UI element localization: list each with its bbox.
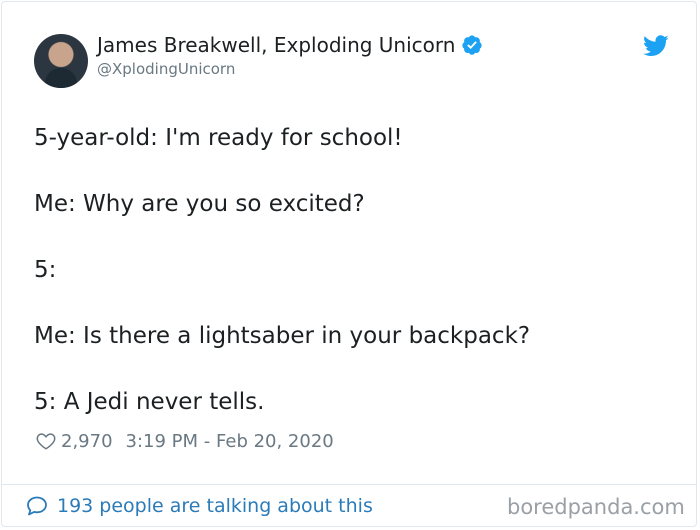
tweet-card: James Breakwell, Exploding Unicorn @Xplo… <box>1 1 697 527</box>
author-name-row[interactable]: James Breakwell, Exploding Unicorn <box>97 33 483 57</box>
tweet-timestamp[interactable]: 3:19 PM - Feb 20, 2020 <box>126 431 334 452</box>
speech-bubble-icon <box>27 496 47 516</box>
verified-badge-icon <box>462 35 483 55</box>
tweet-line: 5-year-old: I'm ready for school! <box>34 125 403 151</box>
author-display-name[interactable]: James Breakwell, Exploding Unicorn <box>97 33 455 57</box>
tweet-line: 5: <box>34 257 57 283</box>
watermark: boredpanda.com <box>507 495 685 519</box>
tweet-line: 5: A Jedi never tells. <box>34 389 265 415</box>
tweet-line: Me: Is there a lightsaber in your backpa… <box>34 323 531 349</box>
heart-icon[interactable] <box>35 430 57 452</box>
author-handle[interactable]: @XplodingUnicorn <box>97 60 235 78</box>
tweet-text: 5-year-old: I'm ready for school! Me: Wh… <box>34 122 674 419</box>
avatar[interactable] <box>34 34 88 88</box>
talking-label[interactable]: 193 people are talking about this <box>57 495 373 517</box>
talking-link[interactable]: 193 people are talking about this <box>25 494 373 518</box>
twitter-bird-icon[interactable] <box>643 35 669 57</box>
like-count[interactable]: 2,970 <box>61 431 113 452</box>
divider <box>2 484 696 485</box>
tweet-meta: 2,970 3:19 PM - Feb 20, 2020 <box>35 430 334 452</box>
tweet-line: Me: Why are you so excited? <box>34 191 365 217</box>
